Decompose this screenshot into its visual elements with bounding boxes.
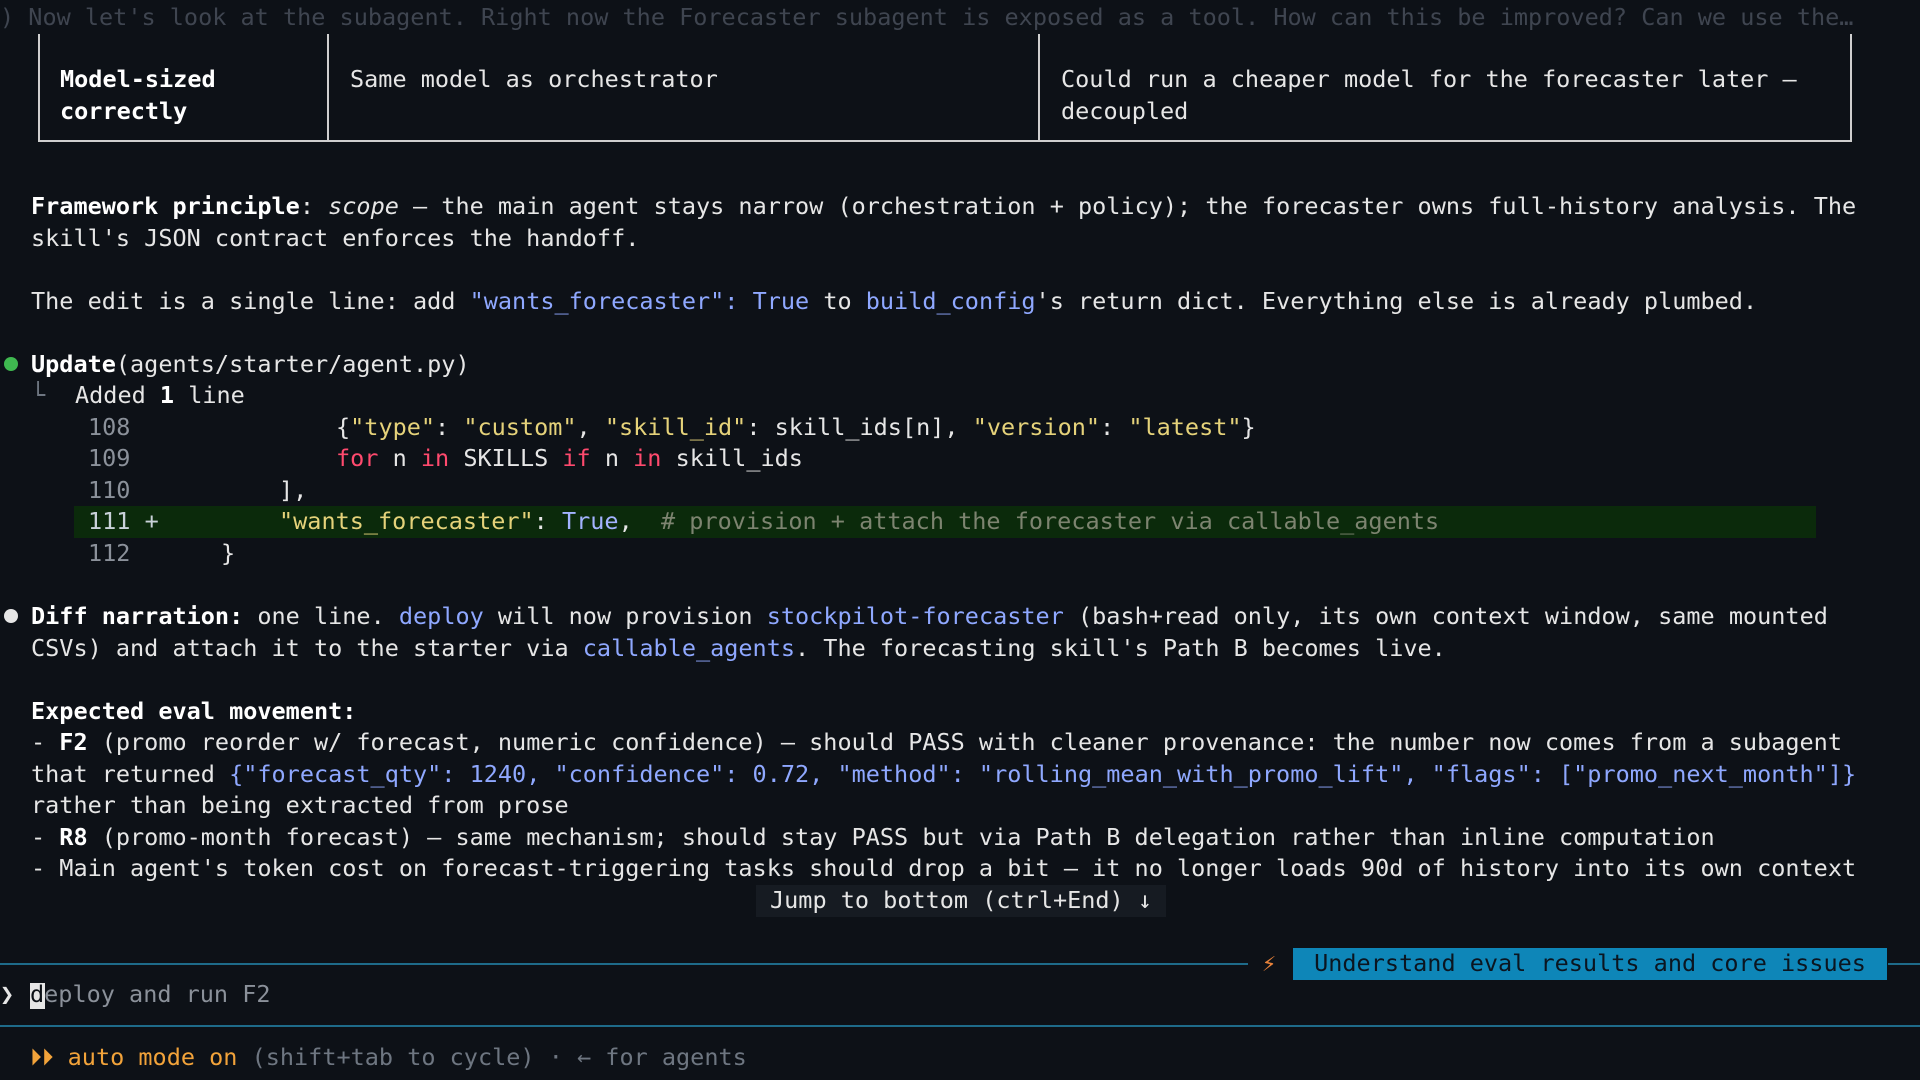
- code-line-111: "wants_forecaster": True, # provision + …: [279, 507, 1440, 535]
- line-number: 108: [88, 413, 131, 441]
- success-dot-icon: [4, 357, 18, 371]
- input-top-divider: [1888, 963, 1920, 965]
- input-top-divider: [0, 963, 1248, 965]
- input-bottom-divider: [0, 1025, 1920, 1027]
- table-cell-benefit: Could run a cheaper model for the foreca…: [1061, 65, 1797, 125]
- line-number: 112: [88, 539, 131, 567]
- prompt-caret-icon: ❯: [0, 980, 15, 1008]
- eval-item-token-cost: - Main agent's token cost on forecast-tr…: [31, 854, 1857, 882]
- update-tool-call: Update(agents/starter/agent.py): [31, 350, 470, 378]
- eval-item-r8: - R8 (promo-month forecast) — same mecha…: [31, 823, 1715, 851]
- prompt-input[interactable]: deploy and run F2: [30, 979, 271, 1011]
- code-line-112: }: [221, 539, 236, 567]
- previous-prompt-echo: ) Now let's look at the subagent. Right …: [0, 3, 1854, 31]
- code-line-108: {"type": "custom", "skill_id": skill_ids…: [336, 413, 1256, 441]
- added-lines-summary: Added 1 line: [75, 381, 245, 409]
- table-row-label: Model-sized correctly: [60, 65, 216, 125]
- table-cell-current: Same model as orchestrator: [350, 65, 718, 93]
- task-badge: Understand eval results and core issues: [1293, 948, 1887, 980]
- table-divider: [1038, 34, 1040, 142]
- expected-eval-heading: Expected eval movement:: [31, 697, 357, 725]
- edit-description: The edit is a single line: add "wants_fo…: [31, 287, 1758, 315]
- lightning-icon: ⚡: [1262, 949, 1277, 977]
- diff-narration: Diff narration: one line. deploy will no…: [31, 602, 1828, 662]
- code-line-110: ],: [279, 476, 308, 504]
- message-dot-icon: [4, 609, 18, 623]
- jump-to-bottom-button[interactable]: Jump to bottom (ctrl+End) ↓: [756, 885, 1167, 917]
- framework-principle-paragraph: Framework principle: scope — the main ag…: [31, 192, 1857, 252]
- table-divider: [327, 34, 329, 142]
- tree-branch-icon: └: [31, 381, 46, 409]
- eval-item-f2: - F2 (promo reorder w/ forecast, numeric…: [31, 728, 1857, 819]
- line-number: 109: [88, 444, 131, 472]
- line-number-added: 111 +: [88, 507, 159, 535]
- line-number: 110: [88, 476, 131, 504]
- auto-mode-status[interactable]: ⏵⏵ auto mode on (shift+tab to cycle) · ←…: [30, 1042, 747, 1074]
- fast-forward-icon: ⏵⏵: [30, 1043, 68, 1071]
- code-line-109: for n in SKILLS if n in skill_ids: [336, 444, 803, 472]
